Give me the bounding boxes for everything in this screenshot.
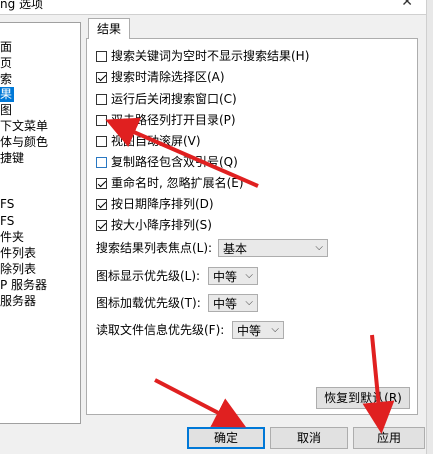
icon-display-priority-select[interactable]: 中等 ⌵ <box>208 267 258 285</box>
option-row[interactable]: 搜索时清除选择区(A) <box>96 68 225 86</box>
checkbox[interactable] <box>96 94 107 105</box>
option-row[interactable]: 重命名时, 忽略扩展名(E) <box>96 174 244 192</box>
option-label: 搜索关键词为空时不显示搜索结果(H) <box>111 49 310 63</box>
option-row[interactable]: 按大小降序排列(S) <box>96 216 212 234</box>
tree-item[interactable]: P 服务器 <box>0 278 49 293</box>
option-label: 重命名时, 忽略扩展名(E) <box>111 176 244 190</box>
field-row: 图标显示优先级(L): <box>96 266 200 286</box>
checkbox[interactable] <box>96 220 107 231</box>
field-label: 图标加载优先级(T): <box>96 296 201 310</box>
tree-item[interactable]: 除列表 <box>0 262 38 277</box>
tree-item-results[interactable]: 果 <box>0 87 15 102</box>
tree-item[interactable]: 页 <box>0 56 14 71</box>
tree-item[interactable]: 件夹 <box>0 230 26 245</box>
option-label: 按日期降序排列(D) <box>111 197 214 211</box>
tab-results[interactable]: 结果 <box>88 18 130 39</box>
results-focus-select[interactable]: 基本 ⌵ <box>218 239 328 257</box>
option-label: 按大小降序排列(S) <box>111 218 212 232</box>
tree-item[interactable]: 捷键 <box>0 151 26 166</box>
tree-item[interactable]: 索 <box>0 72 14 87</box>
options-tree: 面 页 索 果 图 下文菜单 体与颜色 捷键 FS FS 件夹 件列表 除列表 … <box>0 22 81 424</box>
restore-defaults-button[interactable]: 恢复到默认(R) <box>316 387 410 409</box>
select-value: 中等 <box>213 270 238 284</box>
checkbox[interactable] <box>96 72 107 83</box>
option-label: 视图自动滚屏(V) <box>111 134 201 148</box>
icon-load-priority-select[interactable]: 中等 ⌵ <box>208 294 258 312</box>
chevron-down-icon: ⌵ <box>271 324 279 335</box>
close-icon[interactable]: ✕ <box>401 0 413 10</box>
option-label: 运行后关闭搜索窗口(C) <box>111 92 237 106</box>
field-label: 图标显示优先级(L): <box>96 269 201 283</box>
select-value: 基本 <box>223 242 248 256</box>
checkbox[interactable] <box>96 157 107 168</box>
option-label: 双击路径列打开目录(P) <box>111 113 236 127</box>
file-info-priority-select[interactable]: 中等 ⌵ <box>232 321 284 339</box>
tree-item[interactable]: 图 <box>0 103 14 118</box>
select-value: 中等 <box>237 324 262 338</box>
option-label: 搜索时清除选择区(A) <box>111 70 225 84</box>
window-title: ng 选项 <box>0 0 44 11</box>
option-row[interactable]: 双击路径列打开目录(P) <box>96 111 236 129</box>
tree-item[interactable]: 服务器 <box>0 294 38 309</box>
field-row: 搜索结果列表焦点(L): <box>96 238 212 258</box>
option-row[interactable]: 运行后关闭搜索窗口(C) <box>96 90 237 108</box>
field-label: 读取文件信息优先级(F): <box>96 323 225 337</box>
field-row: 读取文件信息优先级(F): <box>96 320 224 340</box>
option-row[interactable]: 按日期降序排列(D) <box>96 195 214 213</box>
tree-item[interactable]: 体与颜色 <box>0 135 50 150</box>
field-label: 搜索结果列表焦点(L): <box>96 241 213 255</box>
option-row[interactable]: 复制路径包含双引号(Q) <box>96 153 238 171</box>
checkbox[interactable] <box>96 199 107 210</box>
checkbox[interactable] <box>96 178 107 189</box>
tree-item[interactable]: FS <box>0 214 16 229</box>
chevron-down-icon: ⌵ <box>245 270 253 281</box>
apply-button[interactable]: 应用 <box>353 427 425 449</box>
tree-item[interactable]: 下文菜单 <box>0 119 50 134</box>
cancel-button[interactable]: 取消 <box>270 427 348 449</box>
checkbox[interactable] <box>96 115 107 126</box>
chevron-down-icon: ⌵ <box>315 242 323 253</box>
option-row[interactable]: 视图自动滚屏(V) <box>96 132 201 150</box>
window-edge <box>426 0 433 454</box>
select-value: 中等 <box>213 297 238 311</box>
checkbox[interactable] <box>96 51 107 62</box>
tree-item[interactable]: 件列表 <box>0 246 38 261</box>
title-bar: ng 选项 ✕ <box>0 0 433 15</box>
option-row[interactable]: 搜索关键词为空时不显示搜索结果(H) <box>96 47 309 65</box>
tree-item[interactable]: 面 <box>0 40 14 55</box>
checkbox[interactable] <box>96 136 107 147</box>
chevron-down-icon: ⌵ <box>245 297 253 308</box>
field-row: 图标加载优先级(T): <box>96 293 201 313</box>
tree-item[interactable]: FS <box>0 197 16 212</box>
option-label: 复制路径包含双引号(Q) <box>111 155 238 169</box>
ok-button[interactable]: 确定 <box>187 427 265 449</box>
